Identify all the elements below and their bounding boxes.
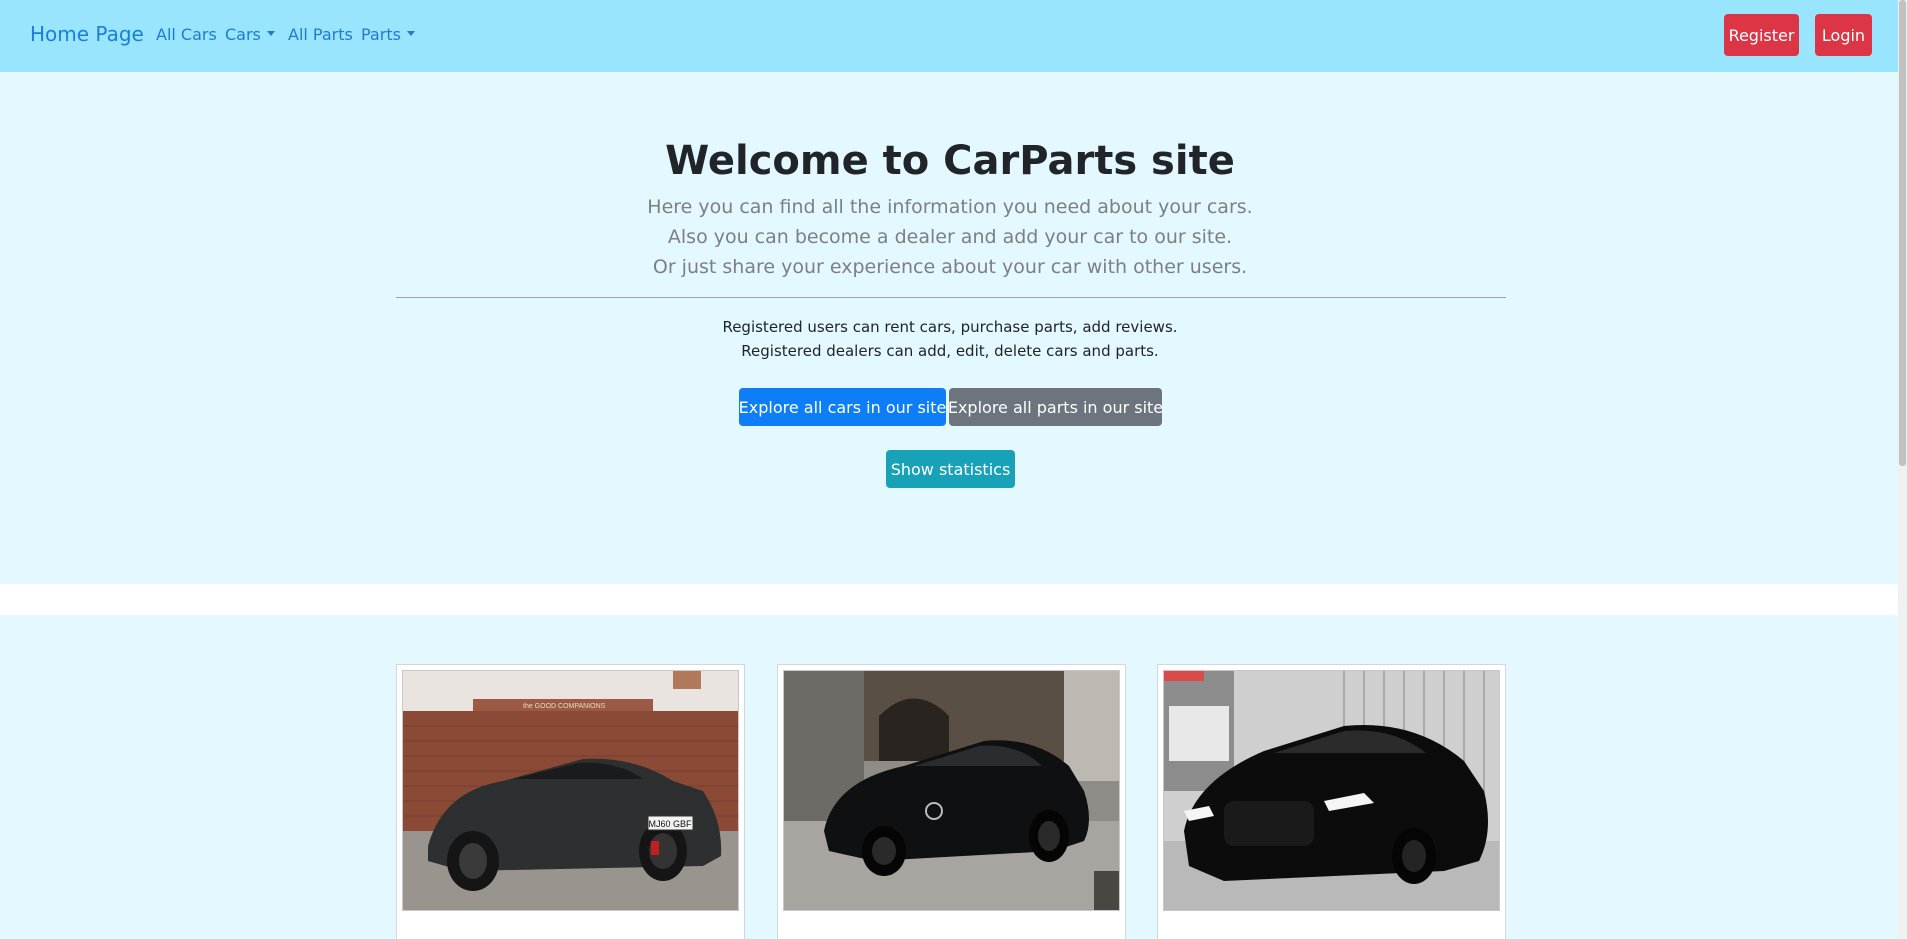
- car-card[interactable]: [777, 664, 1126, 939]
- hero-divider: [396, 297, 1506, 298]
- register-button[interactable]: Register: [1724, 14, 1799, 56]
- car-photo: MJ60 GBF the GOOD COMPANIONS: [403, 671, 738, 910]
- nav-cars-label: Cars: [225, 25, 261, 44]
- lead-line-2: Also you can become a dealer and add you…: [667, 226, 1233, 248]
- explore-parts-button[interactable]: Explore all parts in our site: [948, 388, 1163, 426]
- brand-home-link[interactable]: Home Page: [30, 22, 144, 46]
- explore-cars-button[interactable]: Explore all cars in our site: [739, 388, 946, 426]
- show-statistics-button[interactable]: Show statistics: [886, 450, 1015, 488]
- hero-jumbotron: Welcome to CarParts site Here you can fi…: [0, 72, 1907, 584]
- page-scrollbar[interactable]: [1898, 0, 1907, 939]
- chevron-down-icon: [266, 31, 275, 36]
- car-card[interactable]: MJ60 GBF the GOOD COMPANIONS: [396, 664, 745, 939]
- car-photo: [1164, 671, 1499, 910]
- nav-parts-dropdown[interactable]: Parts: [361, 25, 415, 44]
- lead-line-1: Here you can find all the information yo…: [647, 196, 1253, 218]
- cars-carousel-section: MJ60 GBF the GOOD COMPANIONS: [0, 615, 1907, 939]
- scrollbar-thumb[interactable]: [1899, 0, 1906, 466]
- nav-cars-dropdown[interactable]: Cars: [225, 25, 275, 44]
- info-line-2: Registered dealers can add, edit, delete…: [741, 342, 1159, 360]
- info-line-1: Registered users can rent cars, purchase…: [722, 318, 1178, 336]
- car-photo: [784, 671, 1119, 910]
- car-image-mercedes[interactable]: [783, 670, 1120, 911]
- car-image-audi[interactable]: [1163, 670, 1500, 911]
- login-button[interactable]: Login: [1815, 14, 1872, 56]
- car-image-bmw[interactable]: MJ60 GBF the GOOD COMPANIONS: [402, 670, 739, 911]
- navbar: Home Page All Cars Cars All Parts Parts …: [0, 0, 1907, 72]
- nav-all-cars[interactable]: All Cars: [156, 25, 217, 44]
- lead-line-3: Or just share your experience about your…: [652, 256, 1248, 278]
- nav-all-parts[interactable]: All Parts: [288, 25, 353, 44]
- license-plate-text: MJ60 GBF: [648, 819, 692, 829]
- page-title: Welcome to CarParts site: [665, 138, 1235, 184]
- car-card[interactable]: [1157, 664, 1506, 939]
- nav-parts-label: Parts: [361, 25, 401, 44]
- storefront-sign-text: the GOOD COMPANIONS: [523, 703, 606, 710]
- chevron-down-icon: [406, 31, 415, 36]
